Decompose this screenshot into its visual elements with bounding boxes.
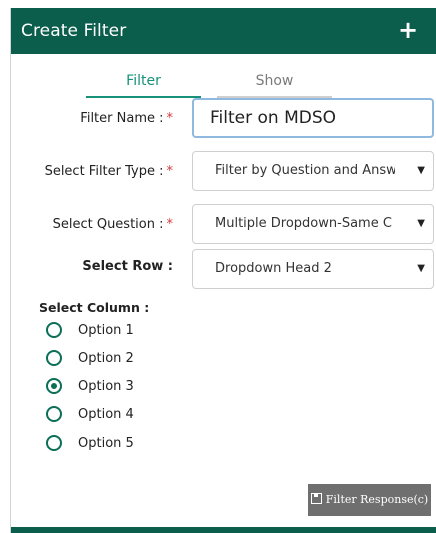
required-marker: * — [166, 111, 174, 126]
filter-name-label: Filter Name : * — [21, 111, 173, 126]
radio-circle-icon[interactable] — [46, 406, 62, 422]
caret-down-icon: ▼ — [417, 263, 425, 274]
save-icon — [310, 493, 322, 504]
create-filter-panel: Create Filter + Filter Show Filter Name … — [10, 8, 436, 533]
question-label: Select Question : * — [21, 217, 173, 232]
tab-filter[interactable]: Filter — [86, 66, 201, 98]
row-value: Dropdown Head 2 — [215, 261, 332, 276]
required-marker: * — [166, 217, 174, 232]
filter-name-input[interactable]: Filter on MDSO — [192, 98, 434, 138]
filter-name-label-text: Filter Name : — [80, 111, 164, 126]
filter-type-label-text: Select Filter Type : — [44, 164, 164, 179]
panel-title: Create Filter — [21, 21, 127, 41]
caret-down-icon: ▼ — [417, 218, 425, 229]
option-label: Option 3 — [78, 379, 134, 394]
tab-bar: Filter Show — [11, 66, 436, 98]
footer-bar — [11, 527, 436, 533]
panel-header: Create Filter + — [11, 8, 436, 54]
tab-show[interactable]: Show — [217, 66, 332, 98]
row-label: Select Row : — [82, 259, 173, 274]
plus-icon[interactable]: + — [397, 16, 419, 44]
option-label: Option 5 — [78, 436, 134, 451]
radio-checked-icon[interactable] — [46, 378, 62, 394]
filter-type-value: Filter by Question and Answ — [215, 163, 395, 178]
option-label: Option 2 — [78, 351, 134, 366]
column-label: Select Column : — [39, 300, 150, 315]
filter-type-label: Select Filter Type : * — [21, 164, 173, 179]
row-select[interactable]: Dropdown Head 2 ▼ — [192, 249, 434, 289]
radio-circle-icon[interactable] — [46, 350, 62, 366]
option-label: Option 4 — [78, 407, 134, 422]
filter-response-label: Filter Response(c) — [325, 493, 429, 506]
required-marker: * — [166, 164, 174, 179]
option-label: Option 1 — [78, 323, 134, 338]
question-label-text: Select Question : — [52, 217, 164, 232]
question-select[interactable]: Multiple Dropdown-Same C ▼ — [192, 204, 434, 244]
filter-type-select[interactable]: Filter by Question and Answ ▼ — [192, 151, 434, 191]
caret-down-icon: ▼ — [417, 165, 425, 176]
question-value: Multiple Dropdown-Same C — [215, 216, 392, 231]
radio-circle-icon[interactable] — [46, 322, 62, 338]
filter-response-button[interactable]: Filter Response(c) — [308, 484, 431, 516]
radio-circle-icon[interactable] — [46, 435, 62, 451]
